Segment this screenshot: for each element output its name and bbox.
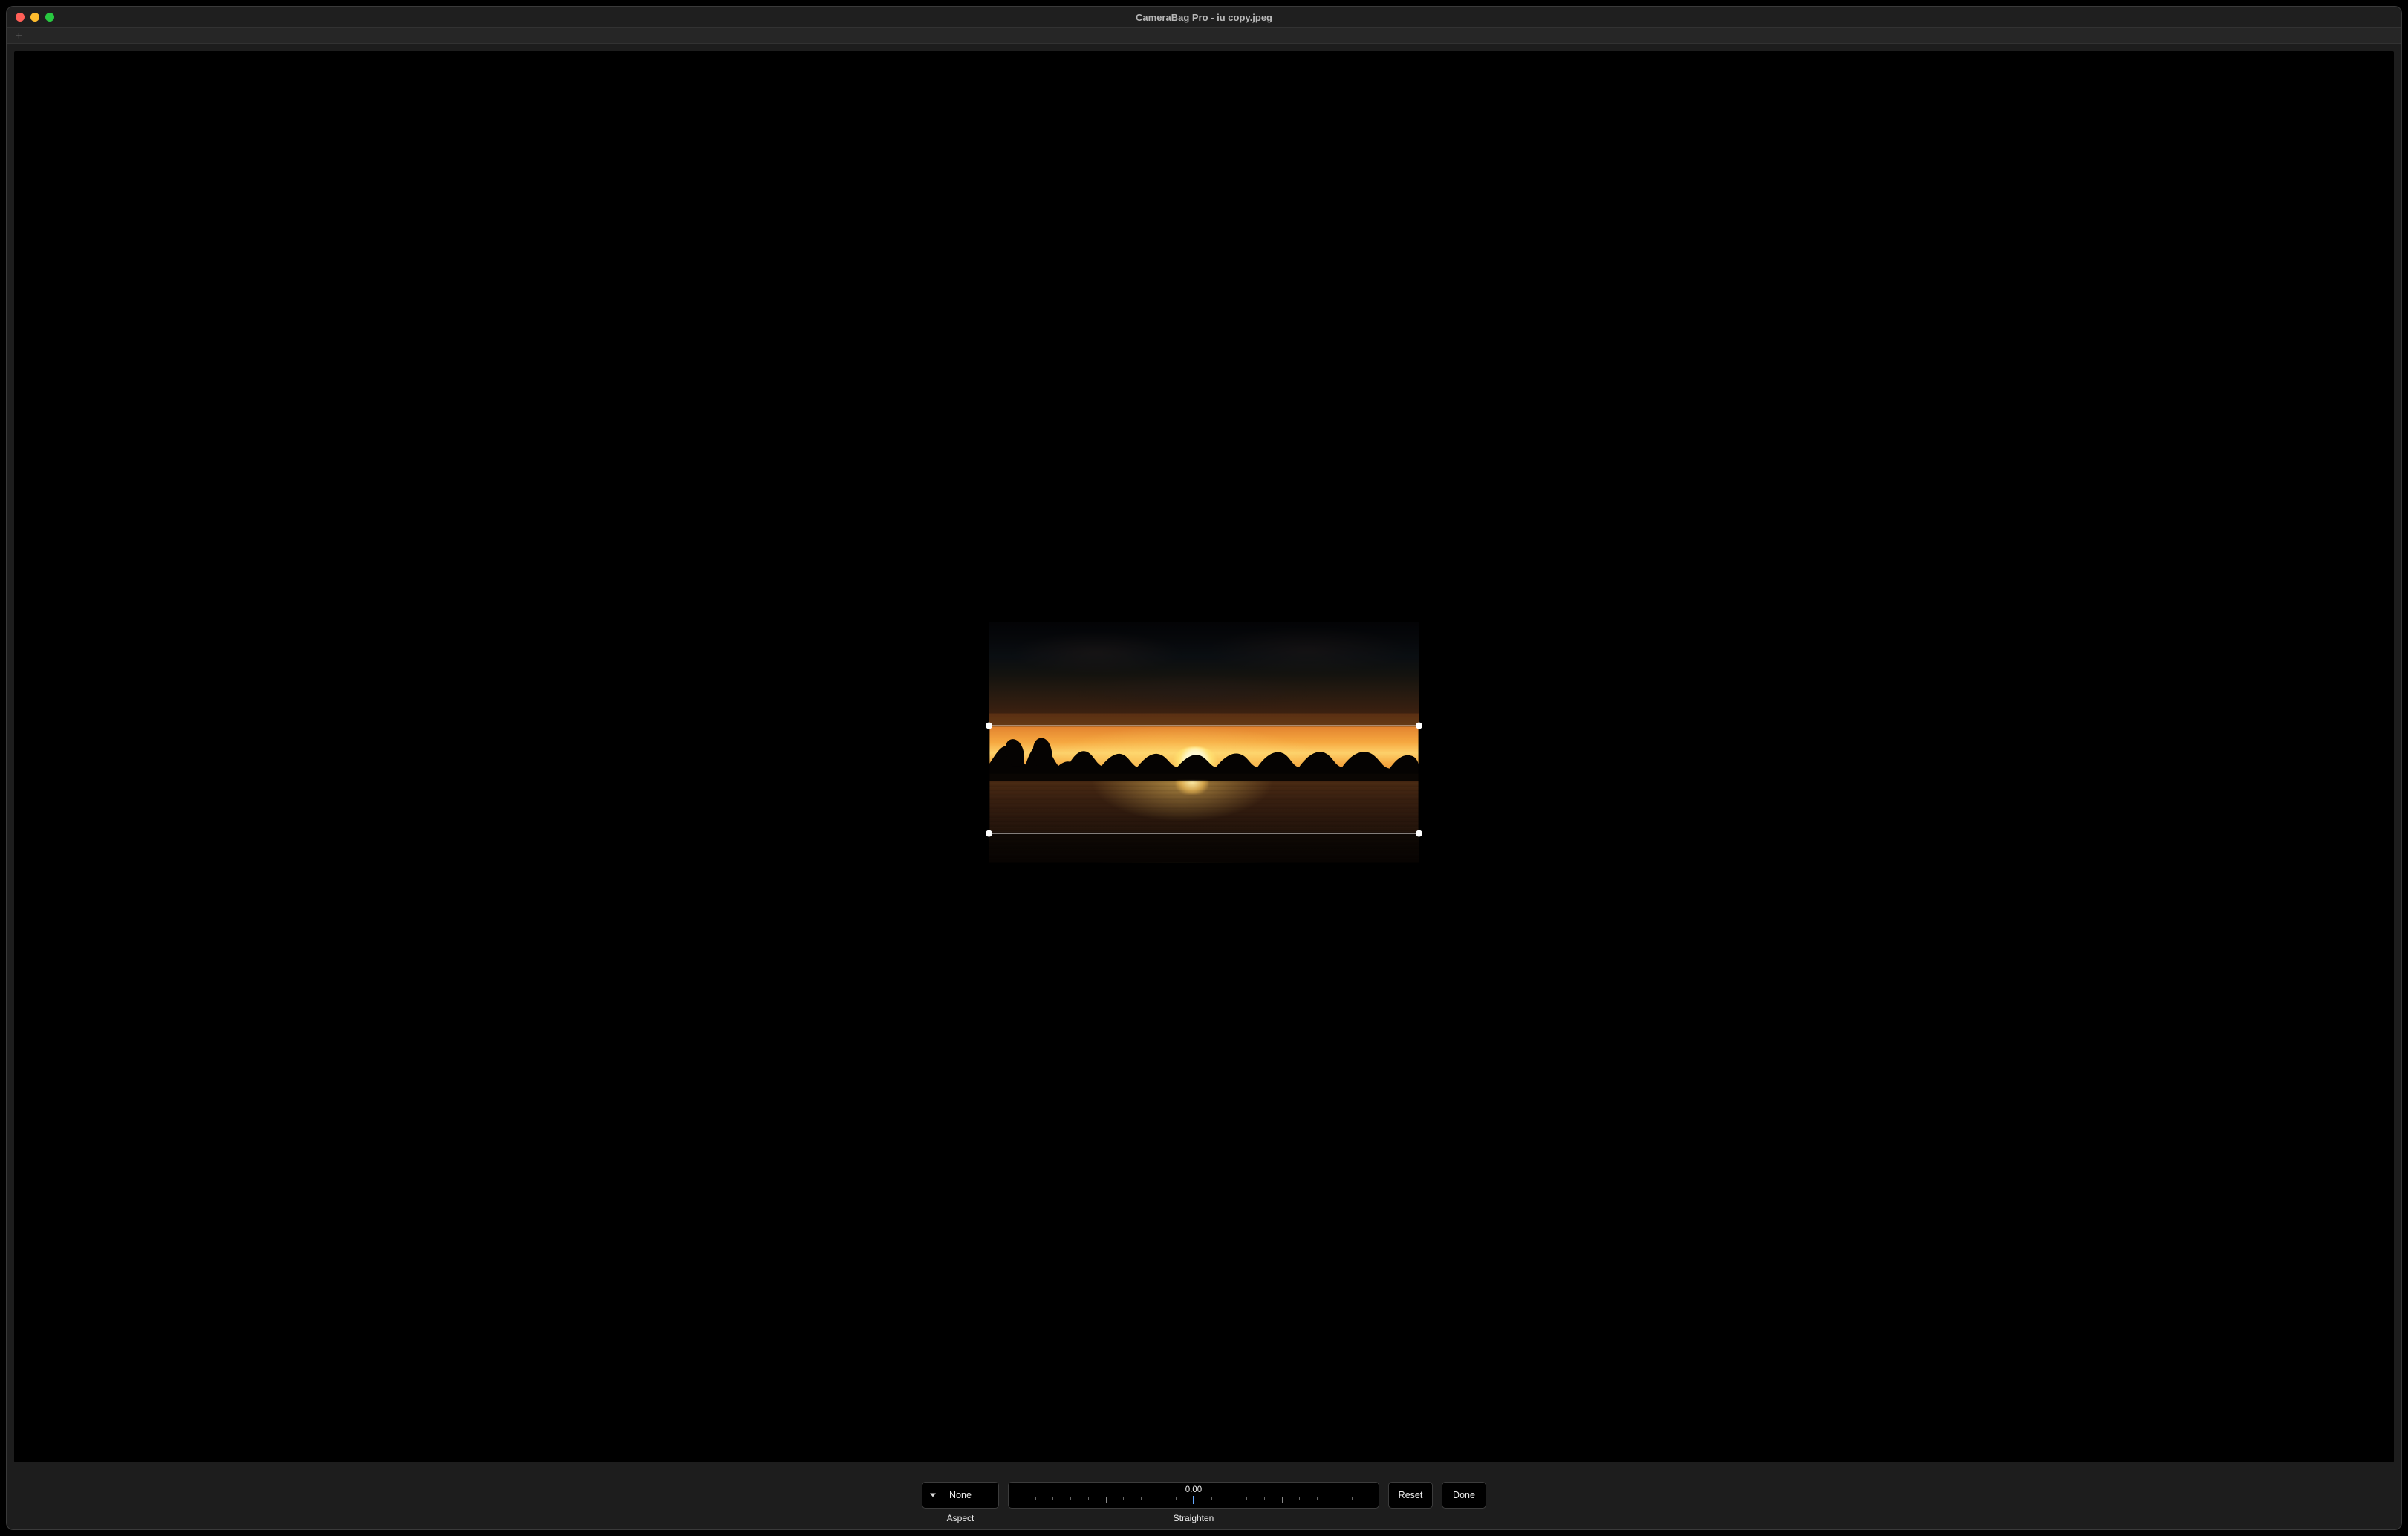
straighten-ruler[interactable]: [1018, 1497, 1370, 1503]
window-controls: [16, 13, 54, 22]
add-tab-button[interactable]: +: [16, 30, 22, 42]
aspect-selected-value: None: [949, 1490, 972, 1500]
done-button[interactable]: Done: [1442, 1482, 1486, 1509]
reset-button-label: Reset: [1399, 1490, 1423, 1500]
crop-handle-top-right[interactable]: [1416, 723, 1422, 729]
aspect-label: Aspect: [922, 1513, 999, 1523]
app-window: CameraBag Pro - iu copy.jpeg +: [6, 6, 2402, 1530]
titlebar: CameraBag Pro - iu copy.jpeg: [7, 7, 2401, 27]
window-title: CameraBag Pro - iu copy.jpeg: [7, 12, 2401, 23]
done-button-label: Done: [1453, 1490, 1475, 1500]
crop-dim-top: [989, 622, 1419, 726]
close-window-button[interactable]: [16, 13, 25, 22]
crop-handle-bottom-right[interactable]: [1416, 830, 1422, 837]
minimize-window-button[interactable]: [30, 13, 39, 22]
reset-button[interactable]: Reset: [1388, 1482, 1433, 1509]
straighten-marker[interactable]: [1193, 1496, 1194, 1504]
straighten-value: 0.00: [1185, 1485, 1202, 1494]
crop-dim-bottom: [989, 834, 1419, 863]
aspect-dropdown[interactable]: None: [922, 1482, 999, 1509]
crop-rectangle[interactable]: [989, 726, 1419, 834]
image-canvas[interactable]: [14, 51, 2394, 1462]
crop-handle-top-left[interactable]: [986, 723, 992, 729]
chevron-down-icon: [930, 1494, 936, 1497]
canvas-wrap: [7, 44, 2401, 1470]
crop-toolbar: None 0.00: [7, 1470, 2401, 1529]
straighten-label: Straighten: [1008, 1513, 1379, 1523]
zoom-window-button[interactable]: [45, 13, 54, 22]
image-stage: [989, 622, 1419, 863]
plus-icon: +: [16, 30, 22, 42]
straighten-slider[interactable]: 0.00: [1008, 1482, 1379, 1509]
tab-strip: +: [7, 27, 2401, 44]
